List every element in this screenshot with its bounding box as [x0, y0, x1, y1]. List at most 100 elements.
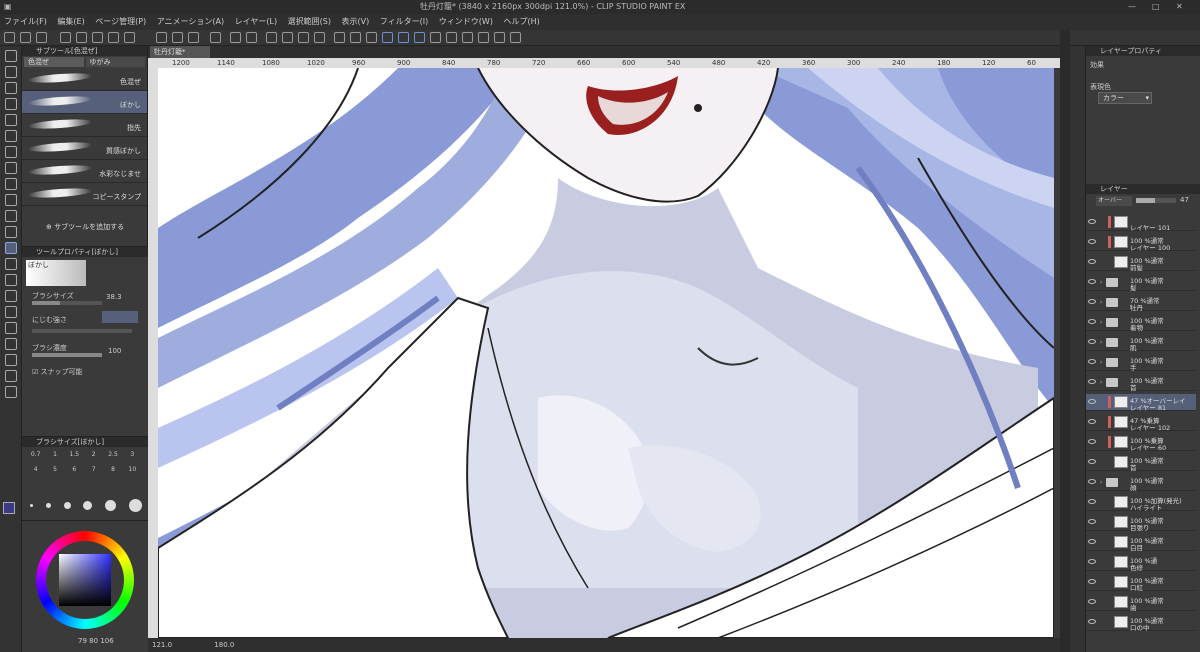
maximize-icon[interactable]: □ [1152, 0, 1160, 14]
layer-row[interactable]: › 100 %通常肌 [1086, 334, 1196, 352]
lasso-tool-icon[interactable] [5, 130, 17, 142]
frame-tool-icon[interactable] [5, 306, 17, 318]
assets-icon[interactable] [76, 32, 87, 43]
blend-tool-icon[interactable] [5, 242, 17, 254]
deselect-icon[interactable] [266, 32, 277, 43]
learn-icon[interactable] [92, 32, 103, 43]
main-color-swatch[interactable] [3, 502, 15, 514]
chevron-right-icon[interactable]: › [1100, 359, 1102, 366]
menu-animation[interactable]: アニメーション(A) [153, 14, 228, 30]
menu-view[interactable]: 表示(V) [338, 14, 374, 30]
layer-row[interactable]: 100 %乗算 レイヤー 60 [1086, 434, 1196, 452]
opacity-slider[interactable] [1136, 198, 1176, 203]
pen-vector-icon[interactable] [414, 32, 425, 43]
layer-row[interactable]: › 100 %通常 着物 [1086, 314, 1196, 332]
add-subtool-button[interactable]: ⊕ サブツールを追加する [46, 222, 124, 232]
chevron-right-icon[interactable]: › [1100, 299, 1102, 306]
layer-row[interactable]: 100 %通常 前髪 [1086, 254, 1196, 272]
rotate-left-icon[interactable] [430, 32, 441, 43]
auto-select-tool-icon[interactable] [5, 114, 17, 126]
layer-row[interactable]: › 100 %通常顔 [1086, 474, 1196, 492]
tab-distort[interactable]: ゆがみ [85, 57, 145, 67]
pen-tool-icon[interactable] [5, 146, 17, 158]
fill-icon[interactable] [172, 32, 183, 43]
size-dot[interactable] [83, 501, 93, 510]
size-preset[interactable]: 1.5 [65, 451, 84, 458]
zoom-tool-icon[interactable] [5, 50, 17, 62]
eye-icon[interactable] [1088, 259, 1096, 264]
eye-icon[interactable] [1088, 399, 1096, 404]
move-tool-icon[interactable] [5, 66, 17, 78]
layer-row[interactable]: 100 %通常 口の中 [1086, 614, 1196, 632]
size-preset[interactable]: 1 [45, 451, 64, 458]
menu-edit[interactable]: 編集(E) [53, 14, 88, 30]
snap-grid-icon[interactable] [366, 32, 377, 43]
eye-icon[interactable] [1088, 419, 1096, 424]
blur-strength-slider[interactable] [32, 329, 132, 333]
layer-row[interactable]: 100 %加算(発光) ハイライト [1086, 494, 1196, 512]
subtool-item-1[interactable]: ぼかし [22, 91, 147, 114]
layer-row[interactable]: 47 %乗算 レイヤー 102 [1086, 414, 1196, 432]
chevron-right-icon[interactable]: › [1100, 319, 1102, 326]
size-preset[interactable]: 5 [45, 466, 64, 473]
selection-tool-icon[interactable] [5, 98, 17, 110]
stabilize-icon[interactable] [382, 32, 393, 43]
new-icon[interactable] [4, 32, 15, 43]
size-preset[interactable]: 10 [123, 466, 142, 473]
menu-help[interactable]: ヘルプ(H) [500, 14, 544, 30]
layer-row[interactable]: 100 %通 色修 [1086, 554, 1196, 572]
subtool-item-5[interactable]: コピースタンプ [22, 183, 147, 206]
chevron-right-icon[interactable]: › [1100, 279, 1102, 286]
flip-vertical-icon[interactable] [494, 32, 505, 43]
size-preset[interactable]: 7 [84, 466, 103, 473]
brush-size-slider[interactable] [32, 301, 102, 305]
eye-icon[interactable] [1088, 319, 1096, 324]
tablet-icon[interactable] [510, 32, 521, 43]
eye-icon[interactable] [1088, 439, 1096, 444]
snap-checkbox[interactable]: ☑ スナップ可能 [32, 367, 83, 377]
menu-file[interactable]: ファイル(F) [0, 14, 51, 30]
layer-row[interactable]: › 100 %通常手 [1086, 354, 1196, 372]
layer-row[interactable]: 100 %通常首 [1086, 454, 1196, 472]
layer-row[interactable]: レイヤー 101 [1086, 214, 1196, 232]
rotate-reset-icon[interactable] [462, 32, 473, 43]
eye-icon[interactable] [1088, 559, 1096, 564]
operation-tool-icon[interactable] [5, 82, 17, 94]
airbrush-tool-icon[interactable] [5, 194, 17, 206]
menu-window[interactable]: ウィンドウ(W) [435, 14, 497, 30]
clip-studio-icon[interactable] [60, 32, 71, 43]
eyedropper-tool-icon[interactable] [5, 386, 17, 398]
bucket-icon[interactable] [298, 32, 309, 43]
size-dot[interactable] [45, 503, 51, 508]
menu-filter[interactable]: フィルター(I) [376, 14, 432, 30]
subtool-item-3[interactable]: 質感ぼかし [22, 137, 147, 160]
size-preset[interactable]: 4 [26, 466, 45, 473]
zoom-value[interactable]: 121.0 [152, 641, 172, 649]
blur-strength-control[interactable] [102, 311, 138, 323]
document-tab[interactable]: 牡丹灯籠* [150, 46, 210, 58]
menu-layer[interactable]: レイヤー(L) [231, 14, 281, 30]
settings-icon[interactable] [124, 32, 135, 43]
fill-tool-icon[interactable] [5, 258, 17, 270]
size-preset[interactable]: 2.5 [103, 451, 122, 458]
size-dot[interactable] [63, 502, 71, 509]
layer-row[interactable]: 47 %オーバーレイ レイヤー 81 [1086, 394, 1196, 412]
brush-tool-icon[interactable] [5, 178, 17, 190]
text-tool-icon[interactable] [5, 338, 17, 350]
panel-divider[interactable] [1060, 30, 1070, 652]
eraser-tool-icon[interactable] [5, 226, 17, 238]
crop-icon[interactable] [314, 32, 325, 43]
rotate-right-icon[interactable] [446, 32, 457, 43]
correct-line-tool-icon[interactable] [5, 370, 17, 382]
subtool-item-2[interactable]: 指先 [22, 114, 147, 137]
angle-value[interactable]: 180.0 [214, 641, 234, 649]
display-color-select[interactable]: カラー ▾ [1098, 92, 1152, 104]
size-preset[interactable]: 2 [84, 451, 103, 458]
layer-row[interactable]: 100 %通常 口紅 [1086, 574, 1196, 592]
eye-icon[interactable] [1088, 359, 1096, 364]
save-icon[interactable] [36, 32, 47, 43]
layer-row[interactable]: › 70 %通常 牡丹 [1086, 294, 1196, 312]
saturation-square[interactable] [59, 554, 111, 606]
size-dot[interactable] [128, 499, 142, 512]
color-wheel[interactable] [36, 531, 134, 629]
